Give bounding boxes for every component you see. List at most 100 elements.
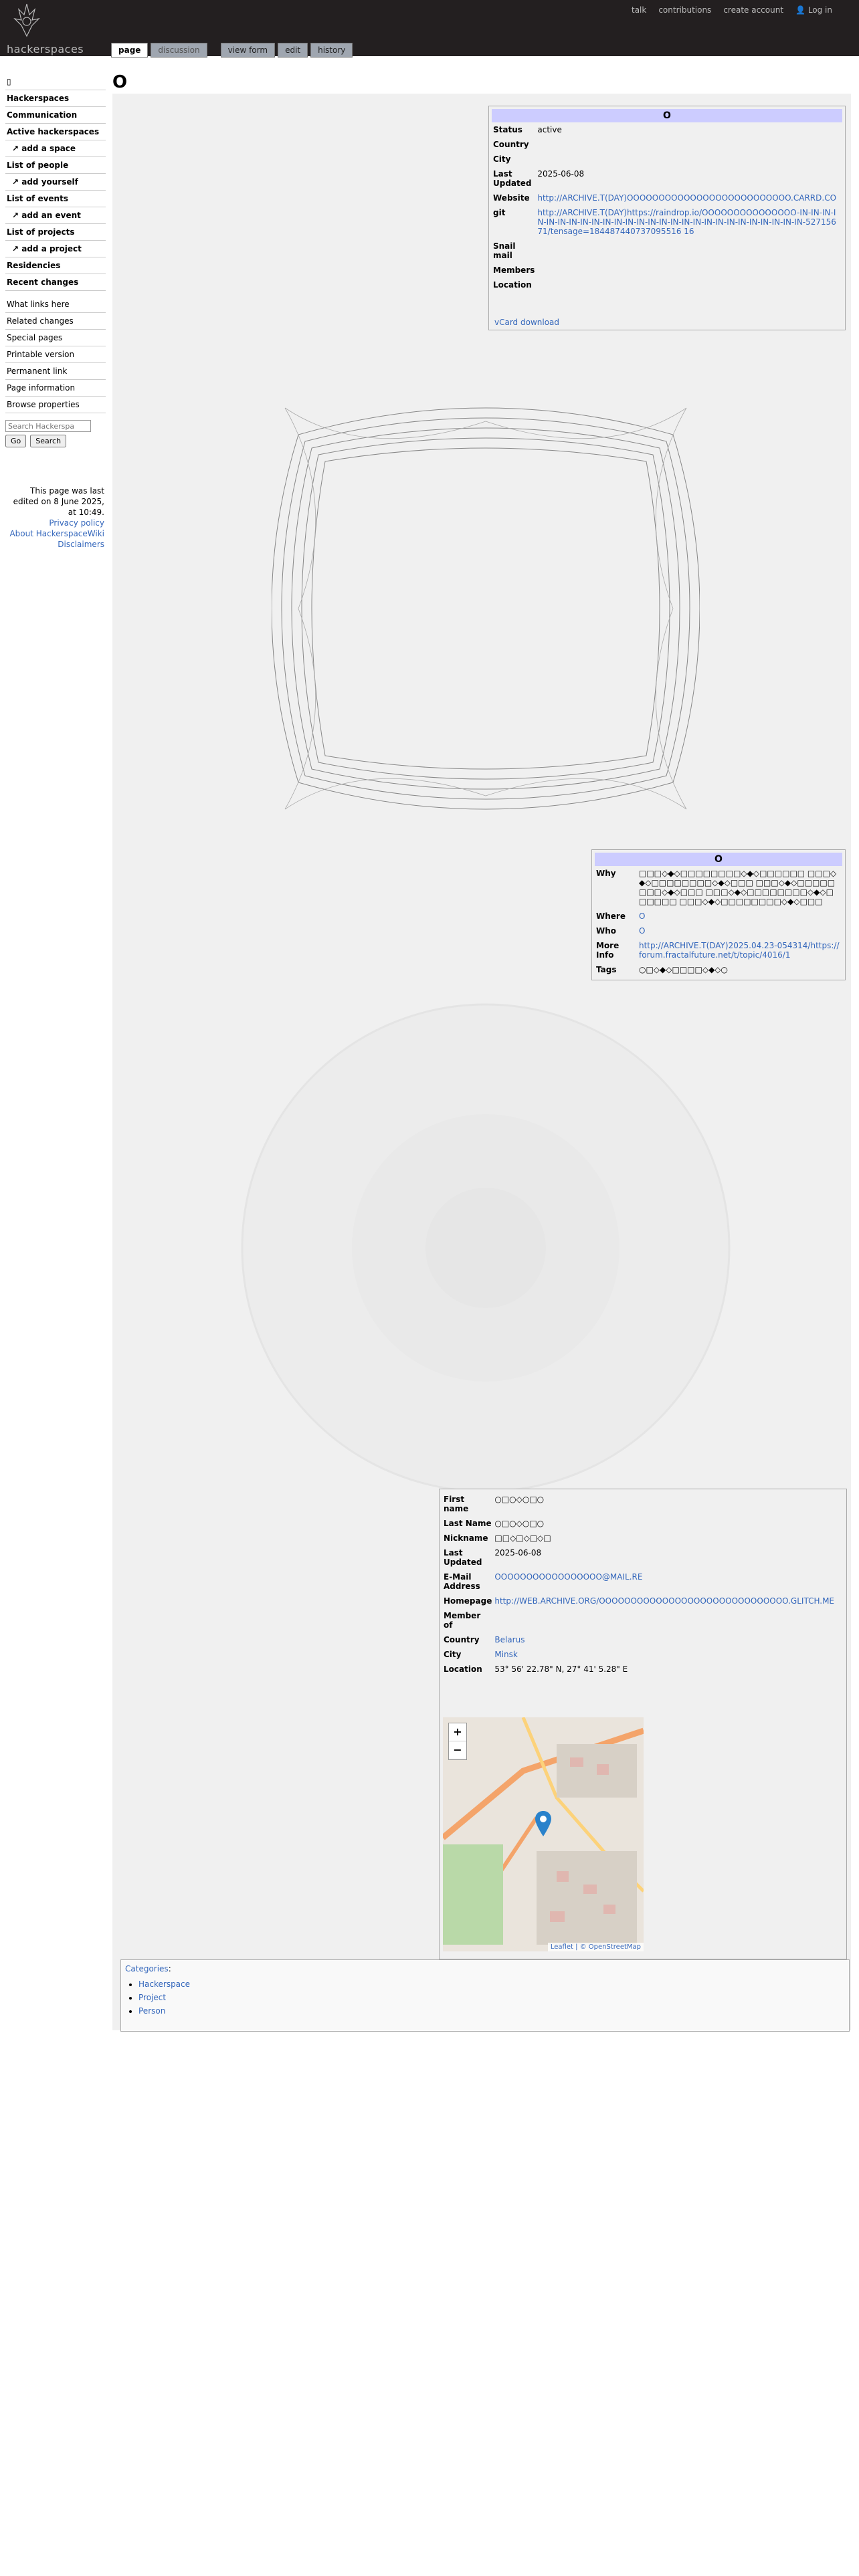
person-box-value[interactable]: Belarus xyxy=(493,1632,844,1647)
person-box-value[interactable]: OOOOOOOOOOOOOOOOO@MAIL.RE xyxy=(493,1570,844,1594)
decorative-frame-image xyxy=(272,407,700,810)
sidebar-tool-link[interactable]: What links here xyxy=(5,296,106,313)
tab-view-form[interactable]: view form xyxy=(220,43,276,58)
person-box-row: Last Updated 2025-06-08 xyxy=(442,1545,844,1570)
space-box-value-text: 2025-06-08 xyxy=(537,169,585,179)
sidebar-tool-link[interactable]: Special pages xyxy=(5,330,106,346)
sidebar-tool-link[interactable]: Related changes xyxy=(5,313,106,330)
talk-link[interactable]: talk xyxy=(632,5,646,15)
create-account-link[interactable]: create account xyxy=(723,5,783,15)
map-marker-icon[interactable] xyxy=(535,1811,551,1836)
tab-history[interactable]: history xyxy=(310,43,353,58)
vcard-download-link[interactable]: vCard download xyxy=(492,318,559,327)
person-box-value-link[interactable]: Minsk xyxy=(494,1650,518,1659)
person-box-value-link[interactable]: OOOOOOOOOOOOOOOOO@MAIL.RE xyxy=(494,1572,642,1582)
project-box-value-link[interactable]: O xyxy=(639,926,645,936)
page-tabs: page discussion view form edit history xyxy=(111,43,353,58)
project-box-key: Who xyxy=(596,926,617,936)
project-box-value-text: ○□◇◆◇□□□□◇◆◇○ xyxy=(639,965,729,974)
space-box-value[interactable]: http://ARCHIVE.T(DAY)https://raindrop.io… xyxy=(536,205,842,239)
about-link[interactable]: About HackerspaceWiki xyxy=(9,528,104,539)
zoom-out-button[interactable]: − xyxy=(449,1741,466,1759)
project-box-key: Tags xyxy=(596,965,617,974)
faded-circle-image xyxy=(241,1003,731,1493)
tab-page[interactable]: page xyxy=(111,43,149,58)
map-attribution[interactable]: Leaflet | © OpenStreetMap xyxy=(547,1943,644,1951)
person-box-value-link[interactable]: http://WEB.ARCHIVE.ORG/OOOOOOOOOOOOOOOOO… xyxy=(494,1596,834,1606)
project-box-row: More Info http://ARCHIVE.T(DAY)2025.04.23… xyxy=(595,938,842,962)
sidebar-tool-link[interactable]: Permanent link xyxy=(5,363,106,380)
project-box-row: Why □□□◇◆◇□□□□□□□□◇◆◇□□□□□□ □□□◇◆◇□□□□□□□… xyxy=(595,866,842,909)
sidebar-item[interactable]: List of people xyxy=(5,157,106,174)
category-hackerspace-link[interactable]: Hackerspace xyxy=(138,1979,190,1989)
person-box-value-text: 53° 56' 22.78" N, 27° 41' 5.28" E xyxy=(494,1665,628,1674)
sidebar-tool-link[interactable]: Printable version xyxy=(5,346,106,363)
space-box-value[interactable]: http://ARCHIVE.T(DAY)OOOOOOOOOOOOOOOOOOO… xyxy=(536,191,842,205)
sidebar-item[interactable]: List of events xyxy=(5,191,106,207)
project-box-value: ○□◇◆◇□□□□◇◆◇○ xyxy=(638,962,842,977)
space-box-value-text: active xyxy=(537,125,562,134)
person-box-value-text: 2025-06-08 xyxy=(494,1548,542,1558)
location-map[interactable]: + − Leaflet | © OpenStreetMap xyxy=(443,1717,644,1951)
category-project-link[interactable]: Project xyxy=(138,1993,166,2002)
project-box-value[interactable]: O xyxy=(638,924,842,938)
person-box-value[interactable]: http://WEB.ARCHIVE.ORG/OOOOOOOOOOOOOOOOO… xyxy=(493,1594,844,1608)
person-box-key: Homepage xyxy=(444,1596,492,1606)
project-box-value-link[interactable]: http://ARCHIVE.T(DAY)2025.04.23-054314/h… xyxy=(639,941,840,960)
person-box-row: First name ○□○◇○□○ xyxy=(442,1492,844,1516)
sidebar-search: Go Search xyxy=(5,420,106,447)
space-box-key: Website xyxy=(493,193,530,203)
search-input[interactable] xyxy=(5,420,91,432)
categories-link[interactable]: Categories xyxy=(125,1964,169,1973)
space-box-value: active xyxy=(536,122,842,137)
sidebar-item[interactable]: ↗ add yourself xyxy=(5,174,106,191)
person-box-value-text: □□◇□◇□◇□ xyxy=(494,1533,551,1543)
person-box-row: E-Mail Address OOOOOOOOOOOOOOOOO@MAIL.RE xyxy=(442,1570,844,1594)
category-person-link[interactable]: Person xyxy=(138,2006,165,2016)
project-box-row: Tags ○□◇◆◇□□□□◇◆◇○ xyxy=(595,962,842,977)
tab-discussion[interactable]: discussion xyxy=(151,43,207,58)
sidebar-item[interactable]: List of projects xyxy=(5,224,106,241)
person-box-key: City xyxy=(444,1650,462,1659)
sidebar-item[interactable]: ↗ add a project xyxy=(5,241,106,257)
person-box-value-text: ○□○◇○□○ xyxy=(494,1519,545,1528)
sidebar-item[interactable]: Hackerspaces xyxy=(5,90,106,107)
space-box-value-link[interactable]: http://ARCHIVE.T(DAY)https://raindrop.io… xyxy=(537,208,836,236)
sidebar-item[interactable]: ↗ add an event xyxy=(5,207,106,224)
sidebar-item[interactable]: Communication xyxy=(5,107,106,124)
sidebar-item[interactable]: Residencies xyxy=(5,257,106,274)
sidebar-item[interactable]: Recent changes xyxy=(5,274,106,291)
login-link[interactable]: 👤 Log in xyxy=(795,5,832,15)
space-box-row: Status active xyxy=(492,122,842,137)
person-box-value[interactable]: Minsk xyxy=(493,1647,844,1662)
disclaimers-link[interactable]: Disclaimers xyxy=(58,539,104,550)
contributions-link[interactable]: contributions xyxy=(658,5,711,15)
space-box-key: Last Updated xyxy=(493,169,532,188)
space-box-value: 2025-06-08 xyxy=(536,167,842,191)
person-box-key: Member of xyxy=(444,1611,481,1630)
sidebar-tool-link[interactable]: Browse properties xyxy=(5,397,106,413)
project-box-key: More Info xyxy=(596,941,619,960)
site-logo-text[interactable]: hackerspaces xyxy=(7,43,84,56)
zoom-in-button[interactable]: + xyxy=(449,1723,466,1741)
sidebar-tool-link[interactable]: Page information xyxy=(5,380,106,397)
person-box-value: □□◇□◇□◇□ xyxy=(493,1531,844,1545)
space-box-value xyxy=(536,239,842,263)
sidebar-item[interactable]: Active hackerspaces xyxy=(5,124,106,140)
search-button[interactable]: Search xyxy=(30,435,67,447)
project-infobox-title: O xyxy=(595,853,842,866)
space-box-key: City xyxy=(493,154,511,164)
space-box-value-link[interactable]: http://ARCHIVE.T(DAY)OOOOOOOOOOOOOOOOOOO… xyxy=(537,193,836,203)
tab-edit[interactable]: edit xyxy=(278,43,308,58)
sidebar-item[interactable]: ↗ add a space xyxy=(5,140,106,157)
space-box-row: git http://ARCHIVE.T(DAY)https://raindrop… xyxy=(492,205,842,239)
go-button[interactable]: Go xyxy=(5,435,27,447)
person-box-key: E-Mail Address xyxy=(444,1572,480,1591)
project-box-value-link[interactable]: O xyxy=(639,911,645,921)
space-box-row: City xyxy=(492,152,842,167)
privacy-link[interactable]: Privacy policy xyxy=(49,518,104,528)
page-title: O xyxy=(112,72,128,92)
project-box-value[interactable]: O xyxy=(638,909,842,924)
person-box-value-link[interactable]: Belarus xyxy=(494,1635,524,1644)
project-box-value[interactable]: http://ARCHIVE.T(DAY)2025.04.23-054314/h… xyxy=(638,938,842,962)
